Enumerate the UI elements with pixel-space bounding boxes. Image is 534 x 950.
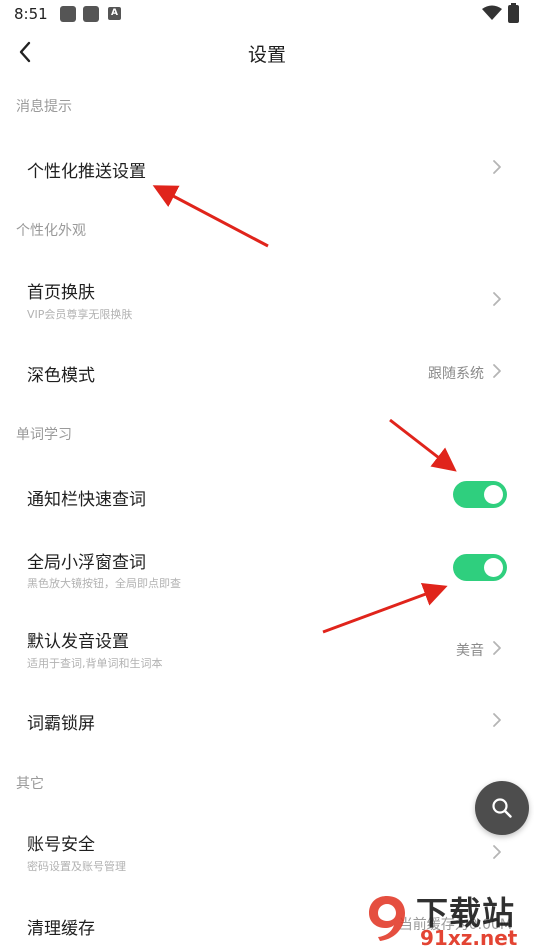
row-subtitle: 适用于查词,背单词和生词本 [27, 657, 163, 670]
section-title-word-learning: 单词学习 [16, 427, 72, 443]
status-bar: 8:51 A [0, 0, 534, 30]
toggle-knob [484, 558, 503, 577]
watermark-logo-icon [369, 896, 405, 941]
annotation-arrow [389, 418, 457, 472]
notification-icon [60, 6, 76, 22]
row-subtitle: VIP会员尊享无限换肤 [27, 308, 133, 321]
watermark: 下载站 91xz.net [360, 888, 534, 950]
row-account[interactable]: 账号安全 密码设置及账号管理 [0, 814, 534, 884]
top-bar: 设置 [0, 30, 534, 74]
row-value: 跟随系统 [428, 366, 484, 382]
row-title: 默认发音设置 [27, 632, 129, 652]
row-title: 清理缓存 [27, 919, 95, 939]
row-pronunciation[interactable]: 默认发音设置 适用于查词,背单词和生词本 美音 [0, 612, 534, 678]
row-dark-mode[interactable]: 深色模式 跟随系统 [0, 340, 534, 402]
chevron-right-icon [493, 845, 501, 859]
float-lookup-toggle[interactable] [453, 554, 507, 581]
battery-icon [508, 3, 519, 23]
row-title: 深色模式 [27, 366, 95, 386]
row-title: 首页换肤 [27, 283, 95, 303]
row-lock-screen[interactable]: 词霸锁屏 [0, 690, 534, 752]
status-time: 8:51 [14, 5, 48, 23]
row-title: 全局小浮窗查词 [27, 553, 146, 573]
row-value: 美音 [456, 643, 484, 659]
row-subtitle: 密码设置及账号管理 [27, 860, 126, 873]
section-title-notifications: 消息提示 [16, 99, 72, 115]
page-title: 设置 [247, 44, 286, 66]
row-push-settings[interactable]: 个性化推送设置 [0, 136, 534, 198]
watermark-url: 91xz.net [420, 926, 518, 950]
row-title: 词霸锁屏 [27, 714, 95, 734]
notify-lookup-toggle[interactable] [453, 481, 507, 508]
section-title-other: 其它 [16, 776, 44, 792]
section-title-appearance: 个性化外观 [16, 223, 86, 239]
chevron-right-icon [493, 364, 501, 378]
row-subtitle: 黑色放大镜按钮，全局即点即查 [27, 577, 181, 590]
row-notify-lookup: 通知栏快速查词 [0, 464, 534, 526]
notification-icon [83, 6, 99, 22]
row-title: 个性化推送设置 [27, 162, 146, 182]
wifi-icon [482, 5, 502, 20]
row-title: 账号安全 [27, 835, 95, 855]
row-float-lookup: 全局小浮窗查词 黑色放大镜按钮，全局即点即查 [0, 538, 534, 600]
chevron-right-icon [493, 713, 501, 727]
search-icon [492, 798, 512, 818]
chevron-right-icon [493, 160, 501, 174]
app-notification-icon: A [108, 7, 121, 20]
row-skin[interactable]: 首页换肤 VIP会员尊享无限换肤 [0, 262, 534, 336]
toggle-knob [484, 485, 503, 504]
float-search-button[interactable] [475, 781, 529, 835]
chevron-right-icon [493, 292, 501, 306]
row-title: 通知栏快速查词 [27, 490, 146, 510]
chevron-right-icon [493, 641, 501, 655]
